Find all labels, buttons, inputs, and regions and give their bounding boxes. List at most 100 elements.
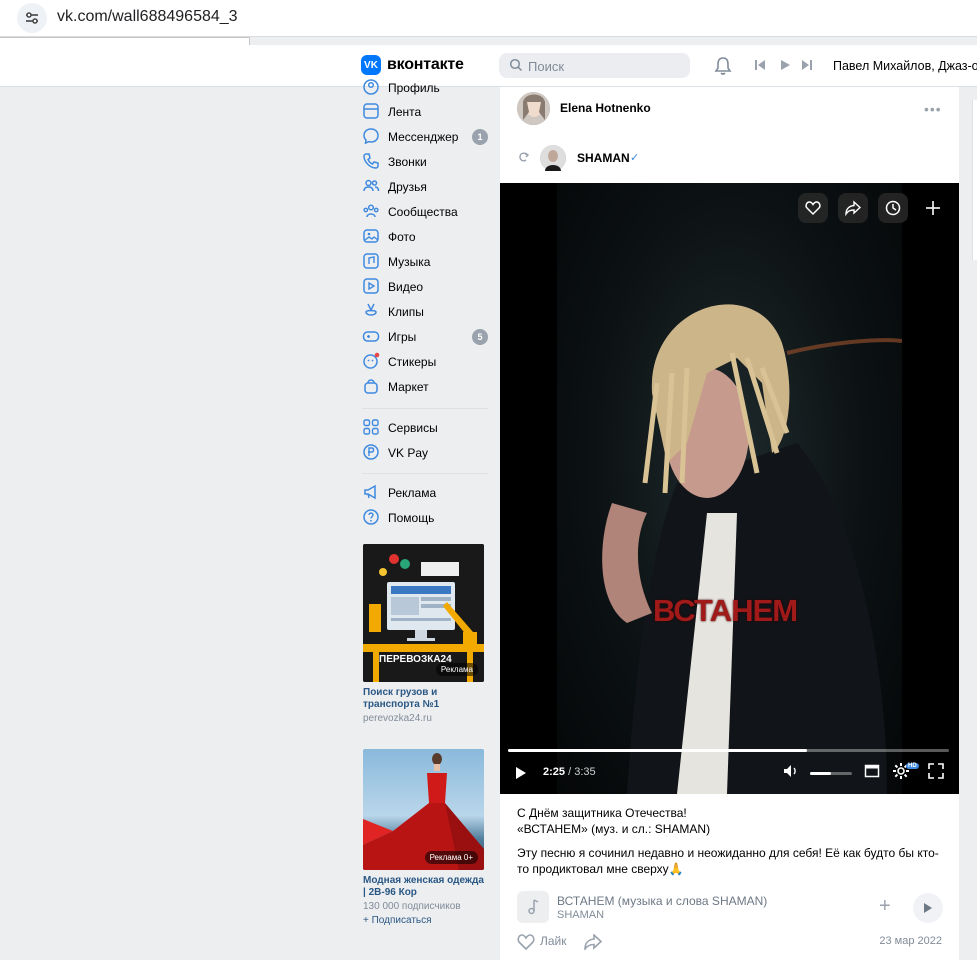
sidebar-item-music[interactable]: Музыка (358, 249, 492, 274)
heart-icon (805, 201, 821, 216)
volume-slider[interactable] (810, 772, 852, 775)
audio-artist[interactable]: SHAMAN (557, 909, 604, 921)
sidebar-item-label: Стикеры (388, 355, 437, 369)
browser-address-bar: vk.com/wall688496584_3 (0, 0, 977, 37)
sidebar-item-market[interactable]: Маркет (358, 374, 492, 399)
post-author[interactable]: Elena Hotnenko (560, 101, 651, 115)
sidebar-item-label: VK Pay (388, 446, 429, 460)
bell-icon[interactable] (714, 56, 732, 76)
sidebar-item-clips[interactable]: Клипы (358, 299, 492, 324)
plus-icon (926, 201, 940, 215)
games-icon (362, 331, 380, 342)
sidebar-item-profile[interactable]: Профиль (358, 75, 492, 100)
source-name[interactable]: SHAMAN (577, 151, 630, 165)
source-avatar[interactable] (540, 145, 566, 171)
sidebar-item-news[interactable]: Лента (358, 99, 492, 124)
communities-icon (363, 204, 379, 218)
sidebar-item-vkpay[interactable]: VK Pay (358, 440, 492, 465)
play-icon (924, 903, 932, 913)
audio-play-button[interactable] (913, 893, 943, 923)
url-text[interactable]: vk.com/wall688496584_3 (57, 8, 238, 26)
vk-logo-text[interactable]: вконтакте (387, 56, 464, 74)
subscribe-link[interactable]: + Подписаться (363, 915, 484, 926)
clips-icon (365, 303, 377, 316)
sidebar-item-label: Лента (388, 105, 422, 119)
watch-later-button[interactable] (878, 193, 908, 223)
sidebar-item-friends[interactable]: Друзья (358, 174, 492, 199)
share-video-button[interactable] (838, 193, 868, 223)
messenger-icon (363, 128, 379, 145)
miniplayer-icon[interactable] (864, 763, 880, 779)
sidebar-item-label: Музыка (388, 255, 431, 269)
repost-icon (519, 152, 530, 162)
ads-icon (364, 484, 376, 500)
volume-icon[interactable] (783, 763, 799, 779)
vk-logo-icon[interactable]: VK (361, 55, 381, 75)
sidebar-item-label: Фото (388, 230, 416, 244)
hd-badge: HD (906, 763, 919, 769)
share-icon[interactable] (584, 934, 602, 950)
ad-title[interactable]: Модная женская одежда | 2В-96 Кор (363, 875, 484, 899)
sidebar-item-games[interactable]: Игры 5 (358, 324, 492, 349)
sidebar-item-services[interactable]: Сервисы (358, 415, 492, 440)
add-video-button[interactable] (918, 193, 948, 223)
ad-image[interactable]: Реклама 0+ (363, 749, 484, 870)
sidebar-item-video[interactable]: Видео (358, 274, 492, 299)
sidebar-item-label: Реклама (388, 486, 437, 500)
sidebar-item-label: Мессенджер (388, 130, 459, 144)
tab-strip (0, 37, 250, 45)
add-audio-icon[interactable]: + (879, 895, 891, 918)
sidebar-ad-fashion[interactable]: Реклама 0+ Модная женская одежда | 2В-96… (363, 749, 484, 926)
ad-domain: perevozka24.ru (363, 713, 432, 724)
play-icon[interactable] (515, 766, 527, 780)
sidebar-item-stickers[interactable]: Стикеры (358, 349, 492, 374)
video-player[interactable]: ВСТАНЕМ 2:25 / 3:35 HD (500, 183, 959, 794)
site-settings-icon[interactable] (17, 3, 47, 33)
like-heart-icon[interactable] (517, 934, 535, 950)
search-icon (509, 58, 523, 72)
market-icon (364, 379, 378, 394)
sidebar-item-help[interactable]: Помощь (358, 505, 492, 530)
audio-title[interactable]: ВСТАНЕМ (музыка и слова SHAMAN) (557, 894, 767, 908)
post-text-line: то продиктовал мне сверху🙏 (517, 862, 684, 876)
post-actions: Лайк 23 мар 2022 (517, 933, 942, 953)
sidebar-item-label: Профиль (388, 81, 440, 95)
help-icon (363, 509, 379, 525)
next-track-icon[interactable] (801, 59, 813, 71)
sidebar-item-communities[interactable]: Сообщества (358, 199, 492, 224)
author-avatar[interactable] (517, 92, 550, 125)
search-box[interactable] (499, 53, 690, 78)
sidebar-item-label: Звонки (388, 155, 427, 169)
sidebar-item-photo[interactable]: Фото (358, 224, 492, 249)
current-time: 2:25 (543, 766, 566, 778)
like-video-button[interactable] (798, 193, 828, 223)
games-badge: 5 (472, 329, 488, 345)
previous-track-icon[interactable] (754, 59, 766, 71)
ad-image[interactable]: ПЕРЕВОЗКА24 Реклама (363, 544, 484, 682)
post-text-line: С Днём защитника Отечества! (517, 806, 687, 820)
sidebar-item-label: Клипы (388, 305, 424, 319)
search-input[interactable] (528, 57, 678, 75)
sidebar-ad-perevozka[interactable]: ПЕРЕВОЗКА24 Реклама Поиск грузов и транс… (363, 544, 484, 724)
like-button[interactable]: Лайк (540, 934, 567, 948)
sidebar-item-messenger[interactable]: Мессенджер 1 (358, 124, 492, 149)
sidebar-divider (362, 408, 488, 409)
wall-post: Elena Hotnenko ••• SHAMAN ✓ ВСТАНЕМ 2:25… (500, 87, 959, 960)
video-time: 2:25 / 3:35 (543, 766, 596, 778)
fullscreen-icon[interactable] (928, 763, 944, 779)
sidebar-item-label: Видео (388, 280, 424, 294)
sidebar-item-calls[interactable]: Звонки (358, 149, 492, 174)
sidebar-item-label: Игры (388, 330, 417, 344)
sidebar-item-label: Друзья (388, 180, 427, 194)
user-profile-name[interactable]: Павел Михайлов, Джаз-ор (833, 59, 977, 73)
more-options-icon[interactable]: ••• (924, 101, 942, 117)
verified-icon: ✓ (630, 152, 640, 164)
phone-icon (363, 153, 379, 169)
video-progress-bar[interactable] (508, 749, 949, 752)
audio-attachment[interactable]: ВСТАНЕМ (музыка и слова SHAMAN) SHAMAN + (517, 891, 943, 925)
post-date[interactable]: 23 мар 2022 (879, 935, 942, 947)
share-icon (845, 200, 861, 216)
play-icon[interactable] (779, 59, 791, 71)
ad-title[interactable]: Поиск грузов и транспорта №1 (363, 687, 484, 711)
sidebar-item-ads[interactable]: Реклама (358, 480, 492, 505)
